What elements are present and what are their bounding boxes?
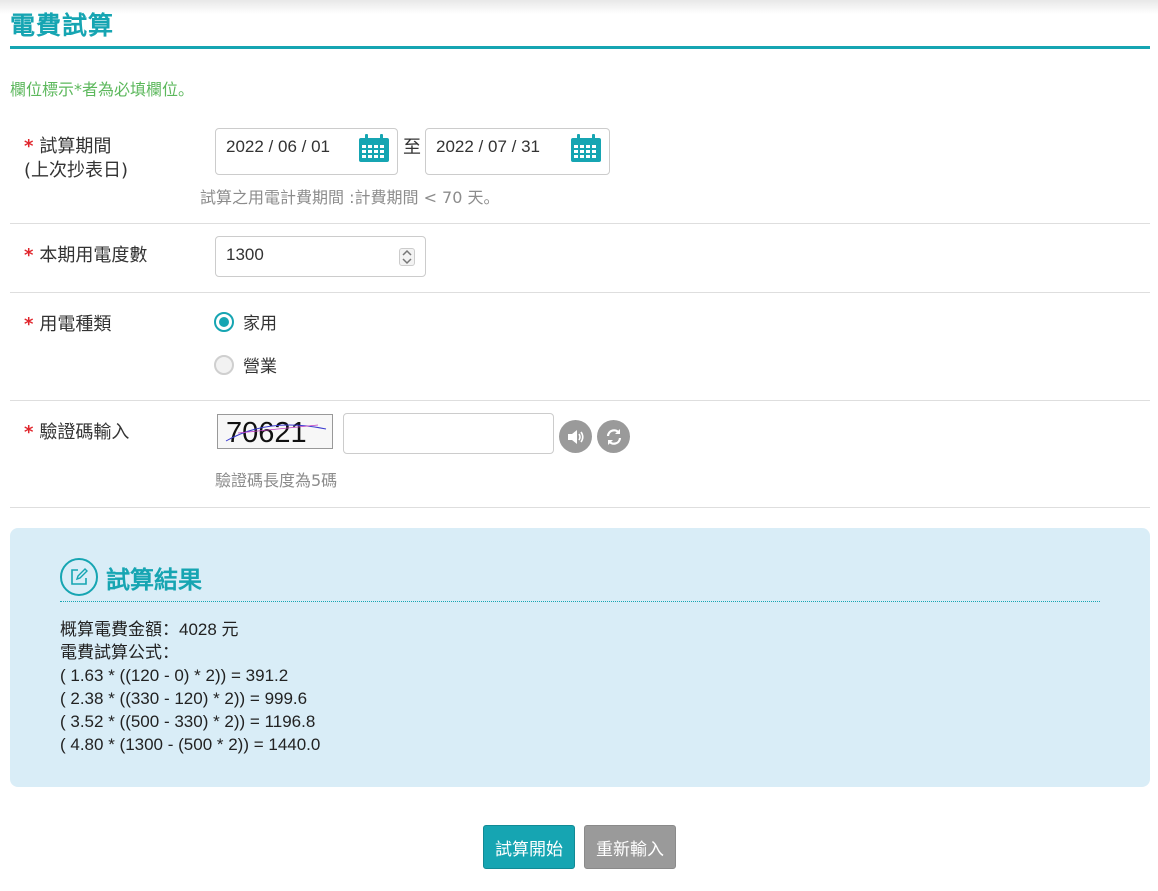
row-divider [10, 223, 1150, 224]
result-formula-line: ( 4.80 * (1300 - (500 * 2)) = 1440.0 [60, 735, 321, 754]
result-formula-line: ( 2.38 * ((330 - 120) * 2)) = 999.6 [60, 689, 308, 708]
start-date-value: 2022 / 06 / 01 [226, 137, 330, 156]
result-content: 概算電費金額：4028 元 電費試算公式： ( 1.63 * ((120 - 0… [60, 618, 320, 756]
result-formula-heading: 電費試算公式： [60, 643, 179, 662]
type-label-text: 用電種類 [39, 314, 112, 335]
page-title: 電費試算 [10, 11, 115, 40]
audio-captcha-button[interactable] [559, 420, 592, 453]
end-date-value: 2022 / 07 / 31 [436, 137, 540, 156]
captcha-hint: 驗證碼長度為5碼 [215, 471, 338, 490]
speaker-icon [567, 429, 584, 444]
result-formula-line: ( 3.52 * ((500 - 330) * 2)) = 1196.8 [60, 712, 316, 731]
required-star: * [24, 422, 34, 443]
row-divider [10, 292, 1150, 293]
top-shadow [0, 0, 1158, 14]
result-title: 試算結果 [106, 566, 202, 594]
type-label: * 用電種類 [24, 313, 111, 337]
reset-button[interactable]: 重新輸入 [584, 825, 676, 869]
usage-label-text: 本期用電度數 [39, 245, 148, 266]
captcha-image: 70621 [217, 414, 333, 449]
radio-business-label: 營業 [243, 357, 277, 377]
edit-icon [60, 558, 98, 596]
captcha-label-text: 驗證碼輸入 [39, 422, 130, 443]
radio-household[interactable]: 家用 [214, 309, 277, 334]
number-stepper[interactable] [399, 248, 415, 266]
start-date-input[interactable]: 2022 / 06 / 01 [215, 128, 398, 175]
required-note: 欄位標示*者為必填欄位。 [10, 80, 195, 99]
period-label-main: 試算期間 [39, 136, 112, 157]
calendar-icon[interactable] [569, 133, 603, 163]
period-label: * 試算期間 (上次抄表日) [24, 135, 128, 183]
start-calculation-button[interactable]: 試算開始 [483, 825, 575, 869]
refresh-icon [606, 428, 621, 445]
radio-business[interactable]: 營業 [214, 352, 277, 377]
radio-button[interactable] [214, 354, 234, 375]
captcha-input[interactable] [343, 413, 554, 454]
required-star: * [24, 245, 34, 266]
title-underline [10, 46, 1150, 49]
required-star: * [24, 136, 34, 157]
required-star: * [24, 314, 34, 335]
result-formula-line: ( 1.63 * ((120 - 0) * 2)) = 391.2 [60, 666, 289, 685]
calendar-icon[interactable] [357, 133, 391, 163]
result-divider [60, 601, 1100, 602]
end-date-input[interactable]: 2022 / 07 / 31 [425, 128, 610, 175]
usage-label: * 本期用電度數 [24, 244, 147, 268]
row-divider [10, 507, 1150, 508]
stepper-arrows-icon [402, 249, 412, 265]
radio-household-label: 家用 [243, 314, 277, 334]
row-divider [10, 400, 1150, 401]
usage-value: 1300 [226, 245, 264, 264]
captcha-label: * 驗證碼輸入 [24, 421, 129, 445]
period-hint: 試算之用電計費期間 :計費期間 < 70 天。 [200, 188, 500, 207]
result-amount: 概算電費金額：4028 元 [60, 620, 239, 639]
usage-input[interactable]: 1300 [215, 236, 426, 277]
radio-button-checked[interactable] [214, 311, 234, 332]
date-separator: 至 [403, 137, 421, 158]
period-label-sub: (上次抄表日) [24, 160, 129, 181]
refresh-captcha-button[interactable] [597, 420, 630, 453]
